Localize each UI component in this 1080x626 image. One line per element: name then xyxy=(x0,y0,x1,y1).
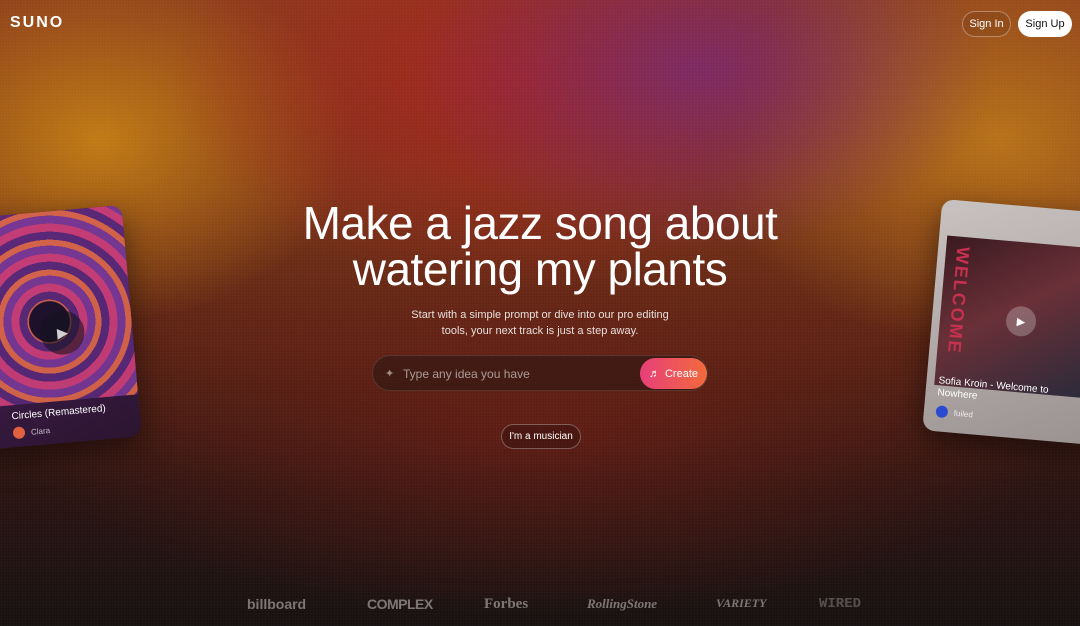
musician-button[interactable]: I'm a musician xyxy=(501,424,581,449)
press-logo-rollingstone: RollingStone xyxy=(587,596,658,611)
create-button[interactable]: ♬ Create xyxy=(640,358,707,389)
song-card-left[interactable]: ▶ Circles (Remastered) Clara xyxy=(0,204,142,452)
top-bar: SUNO Sign In Sign Up xyxy=(0,0,1080,48)
press-logo-complex: COMPLEX xyxy=(367,596,433,612)
sign-up-button[interactable]: Sign Up xyxy=(1018,11,1072,37)
sparkle-icon: ✦ xyxy=(385,368,395,380)
suno-logo[interactable]: SUNO xyxy=(10,14,64,32)
hero-subtitle: Start with a simple prompt or dive into … xyxy=(390,307,690,339)
album-art: WELCOME ▶ xyxy=(934,235,1080,399)
artist-avatar xyxy=(935,405,949,419)
artist-avatar xyxy=(12,426,26,440)
artist-name: Clara xyxy=(30,426,51,437)
hero-title-line1: Make a jazz song about xyxy=(302,197,778,249)
hero-title: Make a jazz song about watering my plant… xyxy=(240,200,840,292)
song-card-right[interactable]: WELCOME ▶ Sofia Kroin - Welcome to Nowhe… xyxy=(922,198,1080,446)
prompt-bar: ✦ ♬ Create xyxy=(372,355,708,391)
album-art-text: WELCOME xyxy=(943,246,974,356)
play-icon[interactable]: ▶ xyxy=(1004,305,1038,338)
hero-title-line2: watering my plants xyxy=(352,243,728,295)
prompt-input[interactable] xyxy=(403,362,633,386)
sign-in-button[interactable]: Sign In xyxy=(962,11,1011,37)
create-button-label: Create xyxy=(664,367,699,380)
music-note-icon: ♬ xyxy=(648,367,660,380)
press-logo-forbes: Forbes xyxy=(484,596,529,612)
press-logo-billboard: billboard xyxy=(247,596,307,612)
album-art xyxy=(0,204,139,410)
hero-subtitle-line1: Start with a simple prompt or dive into … xyxy=(411,309,669,321)
hero-subtitle-line2: tools, your next track is just a step aw… xyxy=(441,325,639,337)
press-logo-wired: WIRED xyxy=(819,596,862,612)
artist-name: fuiled xyxy=(953,408,974,420)
press-logo-variety: VARIETY xyxy=(716,596,767,610)
